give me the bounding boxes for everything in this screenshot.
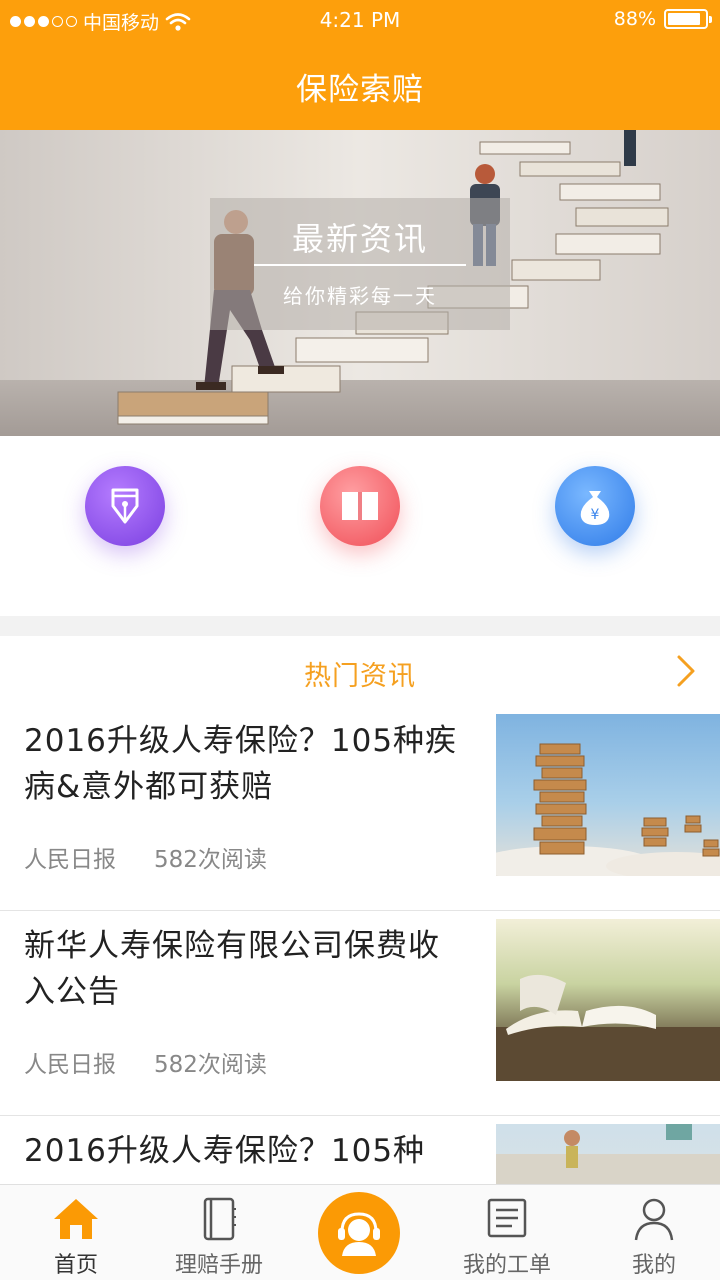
- news-thumbnail: [496, 919, 720, 1081]
- news-item[interactable]: 2016升级人寿保险？105种: [0, 1116, 720, 1186]
- battery-percent: 88%: [613, 8, 656, 30]
- document-icon: [487, 1198, 527, 1238]
- battery-icon: [664, 9, 712, 29]
- news-title: 新华人寿保险有限公司保费收入公告: [24, 928, 440, 1010]
- battery-status: 88%: [613, 8, 712, 30]
- home-icon: [54, 1199, 98, 1239]
- banner-divider: [254, 264, 466, 266]
- news-source: 人民日报: [24, 847, 116, 873]
- page-title: 保险索赔: [296, 72, 424, 108]
- tab-label: 理赔手册: [174, 1253, 263, 1278]
- book-button[interactable]: [320, 466, 400, 546]
- news-reads: 582次阅读: [154, 1052, 267, 1078]
- banner-subtitle: 给你精彩每一天: [283, 284, 437, 308]
- banner-caption: 最新资讯 给你精彩每一天: [210, 198, 510, 330]
- news-meta: 人民日报 582次阅读: [24, 1045, 267, 1079]
- user-icon: [634, 1198, 674, 1241]
- tab-home[interactable]: 首页: [16, 1185, 136, 1280]
- tab-profile[interactable]: 我的: [596, 1185, 712, 1280]
- hot-news-title: 热门资讯: [304, 661, 416, 692]
- pen-nib-icon: [111, 488, 139, 524]
- news-source: 人民日报: [24, 1052, 116, 1078]
- notebook-icon: [203, 1197, 236, 1241]
- chevron-right-icon[interactable]: [676, 654, 696, 688]
- section-divider: [0, 616, 720, 636]
- news-title: 2016升级人寿保险？105种: [24, 1133, 426, 1169]
- tab-claims-manual[interactable]: 理赔手册: [156, 1185, 282, 1280]
- tab-label: 首页: [53, 1253, 98, 1278]
- news-banner[interactable]: 最新资讯 给你精彩每一天: [0, 130, 720, 436]
- news-item[interactable]: 2016升级人寿保险？105种疾病&意外都可获赔 人民日报 582次阅读: [0, 706, 720, 911]
- news-title: 2016升级人寿保险？105种疾病&意外都可获赔: [24, 723, 458, 805]
- status-bar: 中国移动 4:21 PM 88%: [0, 0, 720, 40]
- tab-my-orders[interactable]: 我的工单: [444, 1185, 570, 1280]
- customer-service-icon: [338, 1212, 380, 1256]
- news-item[interactable]: 新华人寿保险有限公司保费收入公告 人民日报 582次阅读: [0, 911, 720, 1116]
- status-time: 4:21 PM: [319, 8, 401, 32]
- news-thumbnail: [496, 1124, 720, 1186]
- news-meta: 人民日报 582次阅读: [24, 840, 267, 874]
- news-thumbnail: [496, 714, 720, 876]
- money-bag-icon: ¥: [580, 491, 610, 525]
- svg-text:¥: ¥: [591, 507, 600, 523]
- category-shortcuts: ¥: [0, 436, 720, 616]
- tab-label: 我的: [631, 1253, 676, 1278]
- pen-nib-button[interactable]: [85, 466, 165, 546]
- money-bag-button[interactable]: ¥: [555, 466, 635, 546]
- tab-label: 我的工单: [462, 1253, 551, 1278]
- banner-title: 最新资讯: [291, 220, 428, 258]
- news-reads: 582次阅读: [154, 847, 267, 873]
- book-icon: [342, 492, 378, 520]
- app-header: 中国移动 4:21 PM 88% 保险索赔: [0, 0, 720, 130]
- hot-news-header[interactable]: 热门资讯: [0, 636, 720, 706]
- customer-service-button[interactable]: [318, 1192, 400, 1274]
